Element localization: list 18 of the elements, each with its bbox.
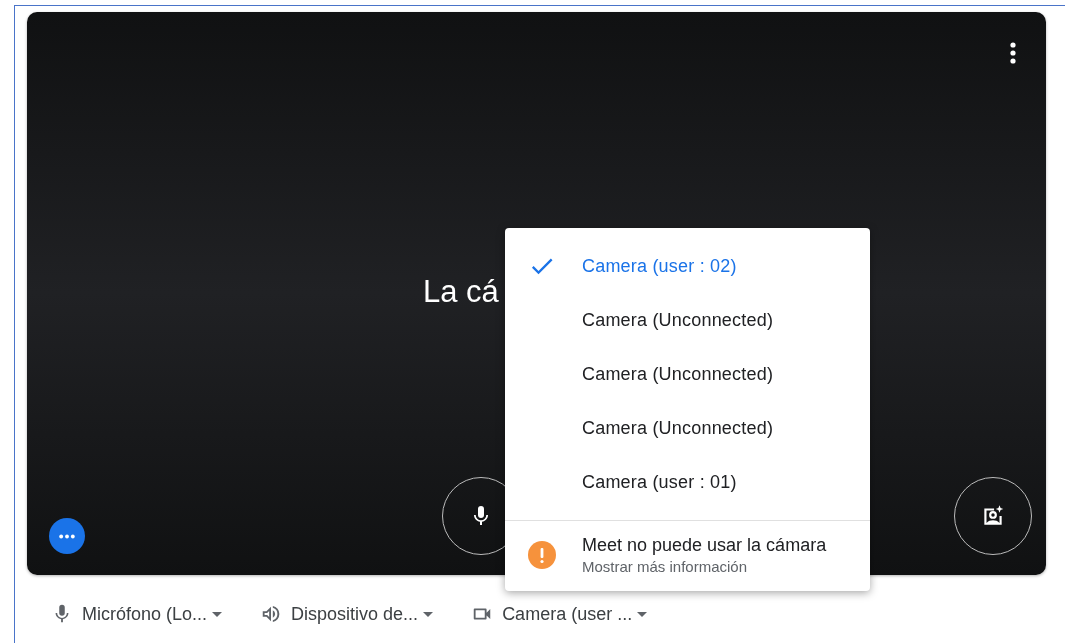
camera-option[interactable]: Camera (user : 01): [505, 455, 870, 509]
caret-icon: [212, 611, 223, 617]
more-info-link[interactable]: Mostrar más información: [582, 558, 827, 575]
camera-option[interactable]: Camera (Unconnected): [505, 347, 870, 401]
more-options-icon[interactable]: [1010, 42, 1016, 64]
warning-icon: [528, 541, 556, 569]
camera-message: La cá: [423, 274, 499, 310]
caret-icon: [637, 611, 648, 617]
device-dropdown[interactable]: Micrófono (Lo...: [41, 597, 233, 631]
device-dropdown[interactable]: Camera (user ...: [461, 597, 658, 631]
camera-option[interactable]: Camera (user : 02): [505, 239, 870, 293]
camera-option[interactable]: Camera (Unconnected): [505, 293, 870, 347]
caret-icon: [423, 611, 434, 617]
more-button[interactable]: [49, 518, 85, 554]
warning-title: Meet no puede usar la cámara: [582, 535, 827, 556]
device-dropdown[interactable]: Dispositivo de...: [250, 597, 444, 631]
camera-option[interactable]: Camera (Unconnected): [505, 401, 870, 455]
more-icon: [58, 533, 76, 539]
